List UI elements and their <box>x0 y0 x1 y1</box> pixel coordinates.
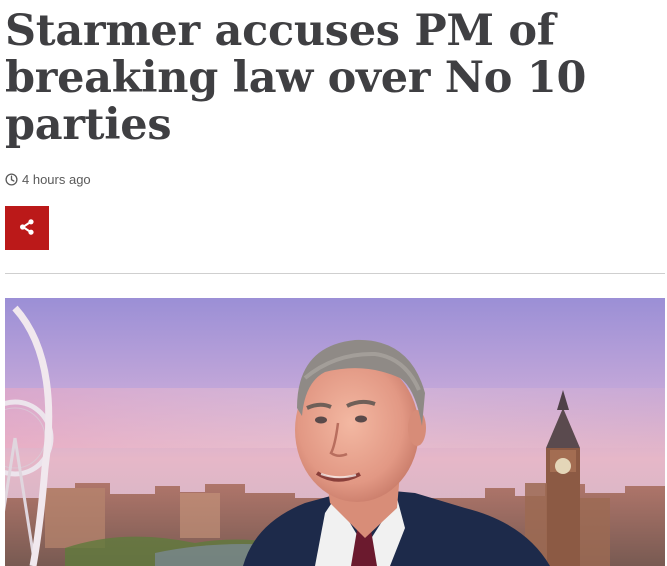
share-icon <box>18 218 36 239</box>
article-headline: Starmer accuses PM of breaking law over … <box>5 6 587 150</box>
divider <box>5 273 665 274</box>
article-timestamp: 4 hours ago <box>22 172 91 187</box>
article-meta: 4 hours ago <box>5 172 91 187</box>
share-button[interactable] <box>5 206 49 250</box>
article-hero-image <box>5 298 665 566</box>
clock-icon <box>5 173 18 186</box>
